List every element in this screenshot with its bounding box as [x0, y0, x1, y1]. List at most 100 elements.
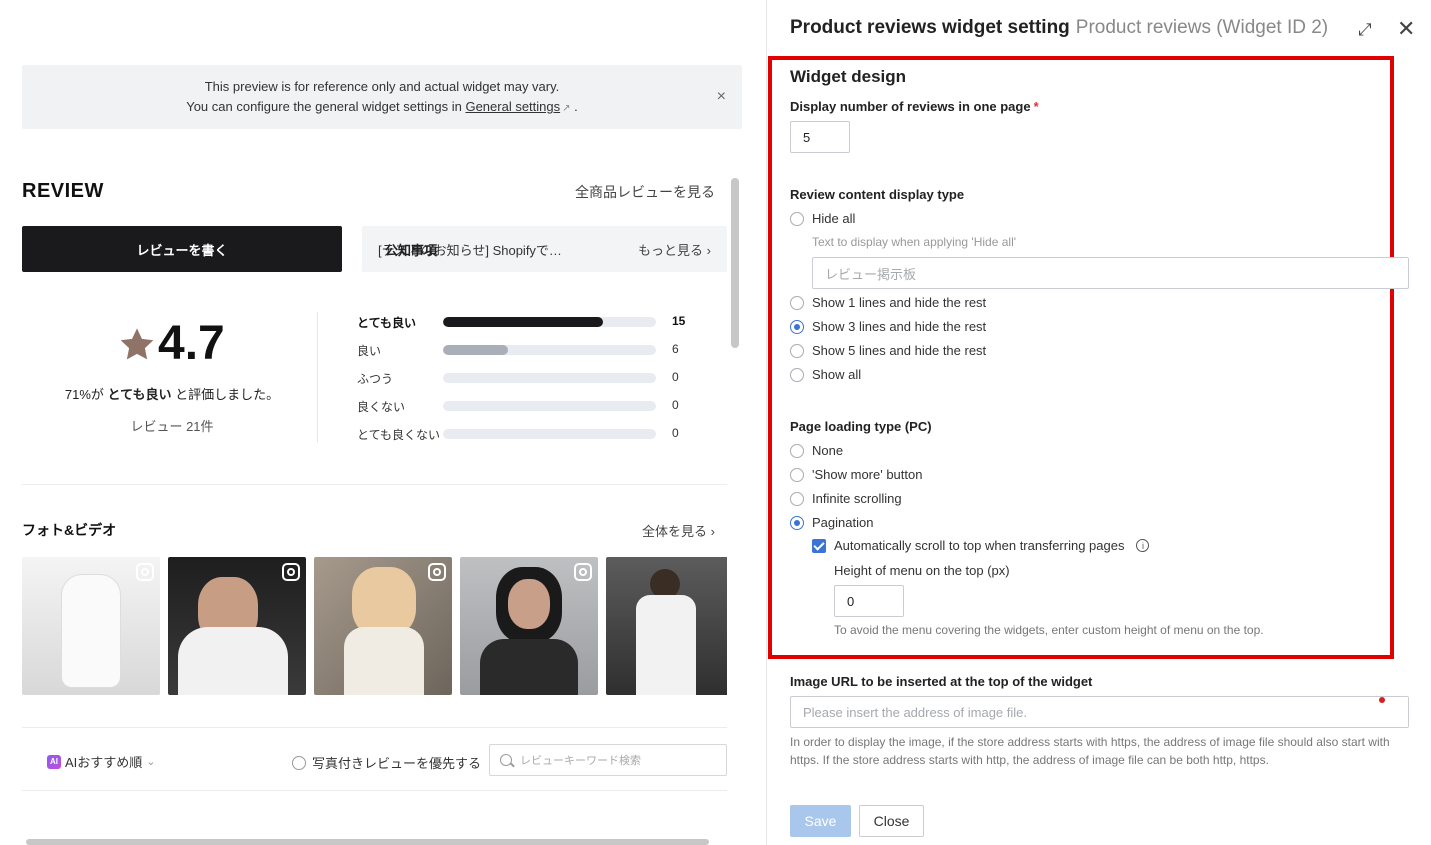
photo-strip [22, 557, 727, 695]
radio-label: Show all [812, 367, 862, 382]
rating-row: 良い 6 [357, 340, 697, 368]
summary-divider [317, 312, 318, 442]
photo-figure [480, 639, 578, 695]
announcement-bar[interactable]: 公知事項 [テストのお知らせ] Shopifyで… もっと見る › [362, 226, 727, 272]
close-button[interactable]: Close [859, 805, 924, 837]
image-url-note: In order to display the image, if the st… [790, 735, 1390, 767]
radio-icon [790, 295, 804, 310]
review-widget: REVIEW 全商品レビューを見る レビューを書く 公知事項 [テストのお知らせ… [22, 170, 727, 845]
app-root: This preview is for reference only and a… [0, 0, 1431, 845]
review-photo[interactable] [168, 557, 306, 695]
review-photo[interactable] [314, 557, 452, 695]
rating-bar-track [443, 345, 656, 355]
horizontal-scrollbar[interactable] [26, 839, 709, 845]
notice-line2-suffix: . [574, 99, 578, 114]
menu-height-input[interactable]: 0 [834, 585, 904, 617]
widget-preview: This preview is for reference only and a… [0, 0, 766, 845]
announcement-more-link[interactable]: もっと見る › [638, 240, 711, 259]
radio-option[interactable]: Show 3 lines and hide the rest [790, 319, 986, 334]
page-loading-label: Page loading type (PC) [790, 419, 932, 434]
radio-icon [790, 343, 804, 358]
radio-icon [790, 319, 804, 334]
radio-option[interactable]: None [790, 443, 843, 458]
general-settings-link[interactable]: General settings [465, 99, 560, 114]
radio-option[interactable]: Hide all [790, 211, 855, 226]
photo-figure [636, 595, 696, 695]
score-desc-suffix: と評価しました。 [175, 387, 280, 402]
menu-height-label: Height of menu on the top (px) [834, 563, 1010, 578]
auto-scroll-checkbox[interactable]: Automatically scroll to top when transfe… [812, 538, 1150, 553]
photo-first-label: 写真付きレビューを優先する [312, 756, 482, 771]
auto-scroll-label: Automatically scroll to top when transfe… [834, 538, 1125, 553]
rating-bar-track [443, 317, 656, 327]
rating-row: とても良くない 0 [357, 424, 697, 452]
radio-icon [790, 491, 804, 506]
rating-row: 良くない 0 [357, 396, 697, 424]
photo-figure [508, 579, 550, 629]
image-url-input[interactable]: Please insert the address of image file. [790, 696, 1409, 728]
widget-title: REVIEW [22, 180, 104, 202]
radio-icon [790, 211, 804, 226]
rating-bar-track [443, 373, 656, 383]
section-divider [22, 484, 727, 485]
section-divider [22, 790, 727, 791]
image-url-label: Image URL to be inserted at the top of t… [790, 674, 1093, 689]
vertical-scrollbar[interactable] [731, 178, 739, 348]
check-circle-icon [292, 755, 306, 770]
radio-option[interactable]: Show all [790, 367, 861, 382]
radio-option[interactable]: 'Show more' button [790, 467, 922, 482]
rating-bar-track [443, 401, 656, 411]
reviews-per-page-text: Display number of reviews in one page [790, 99, 1031, 114]
chevron-down-icon: ⌄ [146, 756, 156, 768]
rating-row: とても良い 15 [357, 312, 697, 340]
rating-label: とても良くない [357, 428, 441, 442]
radio-option[interactable]: Show 5 lines and hide the rest [790, 343, 986, 358]
radio-label: Hide all [812, 211, 856, 226]
preview-notice: This preview is for reference only and a… [22, 65, 742, 129]
checkbox-checked-icon [812, 538, 826, 553]
sort-label: AIおすすめ順 [65, 755, 143, 770]
notice-close-icon[interactable]: × [717, 87, 726, 107]
hide-all-hint: Text to display when applying 'Hide all' [812, 235, 1017, 249]
notice-line2-prefix: You can configure the general widget set… [186, 99, 462, 114]
radio-label: 'Show more' button [812, 467, 923, 482]
save-button[interactable]: Save [790, 805, 851, 837]
expand-icon[interactable]: ⤢ [1358, 20, 1372, 40]
photo-first-toggle[interactable]: 写真付きレビューを優先する [292, 753, 481, 772]
menu-height-hint: To avoid the menu covering the widgets, … [834, 623, 1264, 637]
required-mark: * [1033, 99, 1039, 114]
photo-all-link[interactable]: 全体を見る › [642, 521, 715, 540]
rating-bar-fill [443, 317, 603, 327]
notice-line1: This preview is for reference only and a… [204, 79, 560, 94]
info-icon[interactable]: i [1136, 539, 1150, 552]
instagram-icon [428, 563, 446, 581]
rating-row: ふつう 0 [357, 368, 697, 396]
reviews-per-page-label: Display number of reviews in one page * [790, 99, 1039, 114]
notice-line2: You can configure the general widget set… [22, 97, 742, 119]
radio-label: Show 5 lines and hide the rest [812, 343, 987, 358]
review-search-input[interactable]: レビューキーワード検索 [489, 744, 727, 776]
reviews-per-page-input[interactable]: 5 [790, 121, 850, 153]
rating-label: 良くない [357, 400, 406, 414]
rating-summary: 4.7 71%が とても良い と評価しました。 レビュー 21件 [22, 310, 322, 445]
review-photo[interactable] [460, 557, 598, 695]
photo-figure [178, 627, 288, 695]
review-photo[interactable] [22, 557, 160, 695]
hide-all-text-input[interactable]: レビュー掲示板 [812, 257, 1409, 289]
write-review-button[interactable]: レビューを書く [22, 226, 342, 272]
radio-option[interactable]: Infinite scrolling [790, 491, 902, 506]
panel-title-text: Product reviews widget setting [790, 17, 1070, 38]
review-photo[interactable] [606, 557, 727, 695]
photo-figure [344, 627, 424, 695]
all-reviews-link[interactable]: 全商品レビューを見る [575, 182, 715, 202]
photo-section-title: フォト&ビデオ [22, 522, 117, 538]
radio-option[interactable]: Show 1 lines and hide the rest [790, 295, 986, 310]
rating-label: とても良い [357, 316, 417, 330]
close-icon[interactable]: ✕ [1397, 16, 1415, 42]
rating-count: 0 [672, 398, 679, 412]
radio-option[interactable]: Pagination [790, 515, 873, 530]
photo-figure [62, 575, 120, 687]
required-dot-icon [1379, 697, 1385, 703]
panel-title: Product reviews widget setting Product re… [790, 17, 1328, 39]
sort-dropdown[interactable]: AI AIおすすめ順 ⌄ [47, 752, 156, 771]
